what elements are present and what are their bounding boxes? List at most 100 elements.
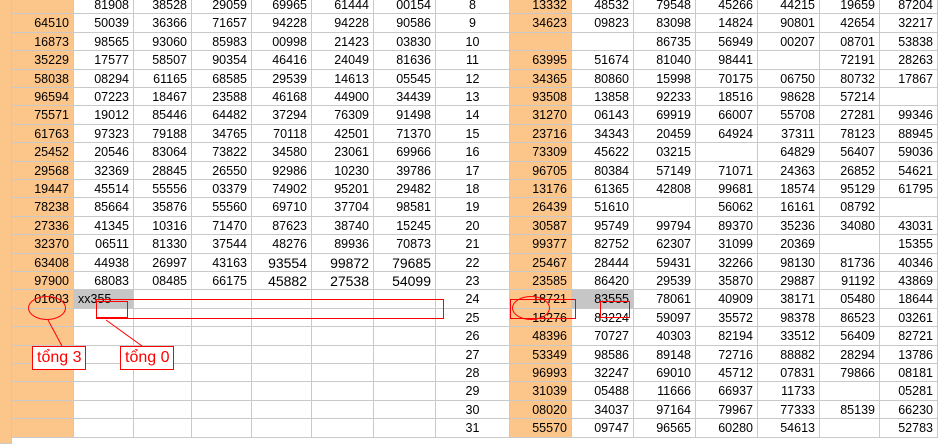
right-cell[interactable]: 64829 bbox=[758, 143, 820, 162]
left-cell[interactable]: 44900 bbox=[312, 88, 374, 107]
right-cell[interactable]: 20369 bbox=[758, 235, 820, 254]
left-cell[interactable]: 37544 bbox=[192, 235, 252, 254]
left-cell[interactable] bbox=[252, 419, 312, 438]
left-cell[interactable] bbox=[192, 382, 252, 401]
left-cell[interactable]: 10316 bbox=[134, 216, 192, 236]
row-number[interactable]: 17 bbox=[436, 161, 510, 180]
right-cell[interactable]: 11733 bbox=[758, 382, 820, 401]
right-cell[interactable] bbox=[696, 143, 758, 162]
right-cell[interactable]: 86523 bbox=[820, 308, 880, 328]
right-cell[interactable]: 99377 bbox=[510, 235, 572, 254]
left-cell[interactable] bbox=[252, 290, 312, 309]
left-cell[interactable]: 29059 bbox=[192, 0, 252, 15]
right-cell[interactable]: 28444 bbox=[572, 253, 634, 272]
right-cell[interactable]: 48396 bbox=[510, 327, 572, 346]
left-cell[interactable]: 17577 bbox=[74, 51, 134, 70]
right-cell[interactable]: 13332 bbox=[510, 0, 572, 15]
left-cell[interactable]: 87623 bbox=[252, 216, 312, 236]
row-number[interactable]: 12 bbox=[436, 69, 510, 88]
left-cell[interactable]: 99872 bbox=[312, 253, 374, 272]
right-cell[interactable]: 80384 bbox=[572, 161, 634, 180]
row-number[interactable]: 26 bbox=[436, 327, 510, 346]
right-cell[interactable]: 53838 bbox=[880, 32, 938, 52]
right-cell[interactable]: 45622 bbox=[572, 143, 634, 162]
right-cell[interactable]: 99346 bbox=[880, 106, 938, 125]
right-cell[interactable]: 87204 bbox=[880, 0, 938, 15]
right-cell[interactable]: 99794 bbox=[634, 216, 696, 236]
right-cell[interactable]: 86420 bbox=[572, 272, 634, 291]
right-cell[interactable]: 25467 bbox=[510, 253, 572, 272]
row-number[interactable]: 9 bbox=[436, 14, 510, 33]
right-cell[interactable]: 69919 bbox=[634, 106, 696, 125]
left-cell[interactable]: 38528 bbox=[134, 0, 192, 15]
right-cell[interactable]: 00207 bbox=[758, 32, 820, 52]
left-cell[interactable] bbox=[374, 327, 436, 346]
right-cell[interactable]: 30587 bbox=[510, 216, 572, 236]
left-cell[interactable]: 68585 bbox=[192, 69, 252, 88]
left-cell[interactable] bbox=[192, 364, 252, 383]
right-cell[interactable]: 56949 bbox=[696, 32, 758, 52]
right-cell[interactable]: 14824 bbox=[696, 14, 758, 33]
left-cell[interactable] bbox=[252, 382, 312, 401]
right-cell[interactable]: 07831 bbox=[758, 364, 820, 383]
right-cell[interactable]: 96705 bbox=[510, 161, 572, 180]
row-number[interactable]: 18 bbox=[436, 180, 510, 199]
right-cell[interactable]: 88882 bbox=[758, 345, 820, 364]
left-cell[interactable]: 01603 bbox=[12, 290, 74, 309]
row-number[interactable]: 30 bbox=[436, 400, 510, 420]
left-cell[interactable]: 26550 bbox=[192, 161, 252, 180]
right-cell[interactable]: 81736 bbox=[820, 253, 880, 272]
left-cell[interactable]: 35229 bbox=[12, 51, 74, 70]
left-cell[interactable] bbox=[252, 345, 312, 364]
right-cell[interactable]: 24363 bbox=[758, 161, 820, 180]
right-cell[interactable]: 79548 bbox=[634, 0, 696, 15]
right-cell[interactable]: 40346 bbox=[880, 253, 938, 272]
right-cell[interactable]: 92233 bbox=[634, 88, 696, 107]
left-cell[interactable]: 74902 bbox=[252, 180, 312, 199]
right-cell[interactable]: 35870 bbox=[696, 272, 758, 291]
left-cell[interactable]: 24049 bbox=[312, 51, 374, 70]
right-cell[interactable]: 08701 bbox=[820, 32, 880, 52]
right-cell[interactable]: 66007 bbox=[696, 106, 758, 125]
left-cell[interactable]: 16873 bbox=[12, 32, 74, 52]
right-cell[interactable]: 05281 bbox=[880, 382, 938, 401]
left-cell[interactable]: 97323 bbox=[74, 124, 134, 144]
left-cell[interactable]: 27336 bbox=[12, 216, 74, 236]
left-cell[interactable]: 26997 bbox=[134, 253, 192, 272]
left-cell[interactable] bbox=[192, 290, 252, 309]
left-cell[interactable]: 58038 bbox=[12, 69, 74, 88]
left-cell[interactable] bbox=[312, 327, 374, 346]
right-cell[interactable]: 57214 bbox=[820, 88, 880, 107]
right-cell[interactable]: 98130 bbox=[758, 253, 820, 272]
row-number[interactable]: 14 bbox=[436, 106, 510, 125]
row-number[interactable]: 29 bbox=[436, 382, 510, 401]
right-cell[interactable]: 86735 bbox=[634, 32, 696, 52]
right-cell[interactable]: 77333 bbox=[758, 400, 820, 420]
right-cell[interactable]: 29539 bbox=[634, 272, 696, 291]
left-cell[interactable] bbox=[192, 308, 252, 328]
left-cell[interactable]: 96594 bbox=[12, 88, 74, 107]
right-cell[interactable]: 83098 bbox=[634, 14, 696, 33]
left-cell[interactable]: 90354 bbox=[192, 51, 252, 70]
left-cell[interactable]: 21423 bbox=[312, 32, 374, 52]
left-cell[interactable]: 43163 bbox=[192, 253, 252, 272]
left-cell[interactable]: 58507 bbox=[134, 51, 192, 70]
left-cell[interactable] bbox=[12, 382, 74, 401]
right-cell[interactable]: 40303 bbox=[634, 327, 696, 346]
left-cell[interactable]: 05545 bbox=[374, 69, 436, 88]
right-cell[interactable]: 23585 bbox=[510, 272, 572, 291]
row-number[interactable]: 22 bbox=[436, 253, 510, 272]
left-cell[interactable]: 79188 bbox=[134, 124, 192, 144]
row-number[interactable]: 8 bbox=[436, 0, 510, 15]
right-cell[interactable]: 82194 bbox=[696, 327, 758, 346]
left-cell[interactable]: 98565 bbox=[74, 32, 134, 52]
left-cell[interactable]: 45514 bbox=[74, 180, 134, 199]
right-cell[interactable]: 18721 bbox=[510, 290, 572, 309]
row-number[interactable]: 21 bbox=[436, 235, 510, 254]
right-cell[interactable]: 28263 bbox=[880, 51, 938, 70]
right-cell[interactable]: 26852 bbox=[820, 161, 880, 180]
right-cell[interactable]: 98441 bbox=[696, 51, 758, 70]
right-cell[interactable]: 78123 bbox=[820, 124, 880, 144]
left-cell[interactable] bbox=[374, 382, 436, 401]
row-number[interactable]: 25 bbox=[436, 308, 510, 328]
